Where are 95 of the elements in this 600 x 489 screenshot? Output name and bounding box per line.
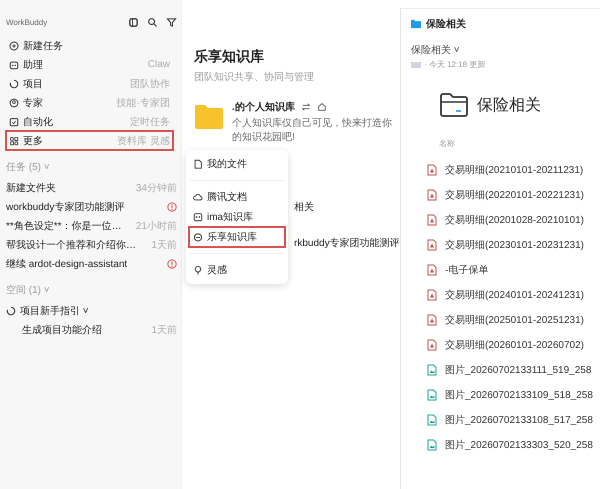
filter-icon[interactable] [166,16,177,28]
task-row[interactable]: **角色设定**：你是一位… 21小时前 [6,216,177,235]
nav-hint: 定时任务 [129,116,170,128]
nav-item[interactable]: 专家 技能·专家团 [6,93,173,112]
menu-item[interactable]: 乐享知识库 [189,227,285,247]
nav-label: 助理 [23,58,43,72]
task-title[interactable]: 新建文件夹 [6,180,56,194]
file-name[interactable]: 交易明细(20240101-20241231) [445,288,584,302]
file-name[interactable]: 交易明细(20250101-20251231) [445,312,584,326]
column-header: 名称 [439,138,456,149]
file-name[interactable]: 交易明细(20210101-20211231) [445,162,584,176]
nav-hint: 资料库 灵感 [116,134,170,148]
pdf-file-icon [427,188,437,200]
nav-hint: 团队协作 [129,78,170,90]
panel-title: 保险相关 [426,18,466,31]
task-title[interactable]: workbuddy专家团功能测评 [6,200,124,214]
knowledge-base-description: 个人知识库仅自己可见，快来打造你的知识花园吧! [232,116,392,144]
nav-label: 专家 [23,96,43,110]
home-icon[interactable] [316,102,327,112]
file-name[interactable]: 交易明细(20201028-20210101) [445,212,584,226]
avatar-icon [411,62,421,68]
menu-item-label: 乐享知识库 [207,230,257,244]
task-time: 1天前 [150,324,177,336]
image-file-icon [427,414,437,426]
menu-item[interactable]: ima知识库 [189,207,285,227]
task-row[interactable]: 帮我设计一个推荐和介绍你… 1天前 [6,235,177,254]
folder-heading: 保险相关 [477,96,541,116]
folder-icon [411,19,421,29]
pdf-file-icon [427,214,437,226]
plus-icon [9,40,19,50]
task-title[interactable]: 继续 ardot-design-assistant [6,256,128,270]
grid-icon [9,136,19,146]
image-file-icon [427,388,437,400]
nav-item[interactable]: 助理 Claw [6,55,173,74]
image-file-icon [427,438,437,450]
list-item[interactable]: 相关 [294,200,400,214]
nav-hint: Claw [146,59,170,70]
robot-icon [9,60,19,70]
task-title[interactable]: 帮我设计一个推荐和介绍你… [6,238,136,252]
menu-item-label: ima知识库 [207,210,254,224]
file-name[interactable]: 图片_20260702133303_520_258 [445,438,593,452]
page-subtitle: 团队知识共享、协同与管理 [194,70,315,84]
swap-icon[interactable] [300,102,311,112]
pdf-file-icon [427,338,437,350]
task-time: 1天前 [150,238,177,252]
folder-icon [439,92,469,118]
nav-hint: 技能·专家团 [116,96,170,110]
file-name[interactable]: 图片_20260702133109_518_258 [445,388,593,402]
search-icon[interactable] [147,16,158,28]
list-item[interactable]: rkbuddy专家团功能测评 [294,236,400,250]
file-name[interactable]: 交易明细(20220101-20221231) [445,188,584,202]
breadcrumb[interactable]: 保险相关 ˅ [411,43,594,57]
file-name[interactable]: 交易明细(20260101-20260702) [445,338,584,352]
pdf-file-icon [427,288,437,300]
file-name[interactable]: 交易明细(20230101-20231231) [445,238,584,252]
update-time: · 今天 12:18 更新 [424,59,486,70]
pdf-file-icon [427,314,437,326]
file-name[interactable]: -电子保单 [445,262,488,276]
cloud-icon [193,192,203,202]
pdf-file-icon [427,164,437,176]
nav-item[interactable]: 自动化 定时任务 [6,112,173,131]
space-title[interactable]: 项目新手指引 ˅ [20,304,89,318]
nav-item[interactable]: 项目 团队协作 [6,74,173,93]
cycle-icon [6,306,16,316]
folder-icon [194,104,224,130]
menu-item[interactable]: 我的文件 [189,154,285,174]
nav-item[interactable]: 新建任务 [6,36,173,55]
pdf-file-icon [427,264,437,276]
image-file-icon [427,364,437,376]
panel-icon[interactable] [128,16,139,28]
menu-item[interactable]: 灵感 [189,260,285,280]
file-name[interactable]: 图片_20260702133111_519_258 [445,362,592,376]
file-name[interactable]: 图片_20260702133108_517_258 [445,412,593,426]
nav-label: 自动化 [23,116,53,128]
app-name: WorkBuddy [6,18,48,26]
task-row[interactable]: 新建文件夹 34分钟前 [6,178,177,197]
document-icon [193,159,203,169]
task-title[interactable]: 生成项目功能介绍 [22,322,102,336]
cycle-icon [9,78,19,88]
pdf-file-icon [427,238,437,250]
bulb-icon [193,265,203,275]
task-title[interactable]: **角色设定**：你是一位… [6,218,122,232]
menu-item-label: 我的文件 [207,158,247,171]
task-time: 34分钟前 [134,182,177,194]
calendar-icon [9,116,19,126]
knowledge-base-name[interactable]: .的个人知识库 [232,100,295,114]
menu-item[interactable]: 腾讯文档 [189,187,285,207]
nav-label: 项目 [23,78,43,90]
page-title: 乐享知识库 [194,48,265,66]
nav-label: 更多 [23,134,43,148]
nav-item[interactable]: 更多 资料库 灵感 [6,131,173,150]
task-time: 21小时前 [134,220,177,232]
menu-item-label: 灵感 [207,264,227,277]
nav-label: 新建任务 [23,40,63,52]
menu-item-label: 腾讯文档 [207,190,247,204]
